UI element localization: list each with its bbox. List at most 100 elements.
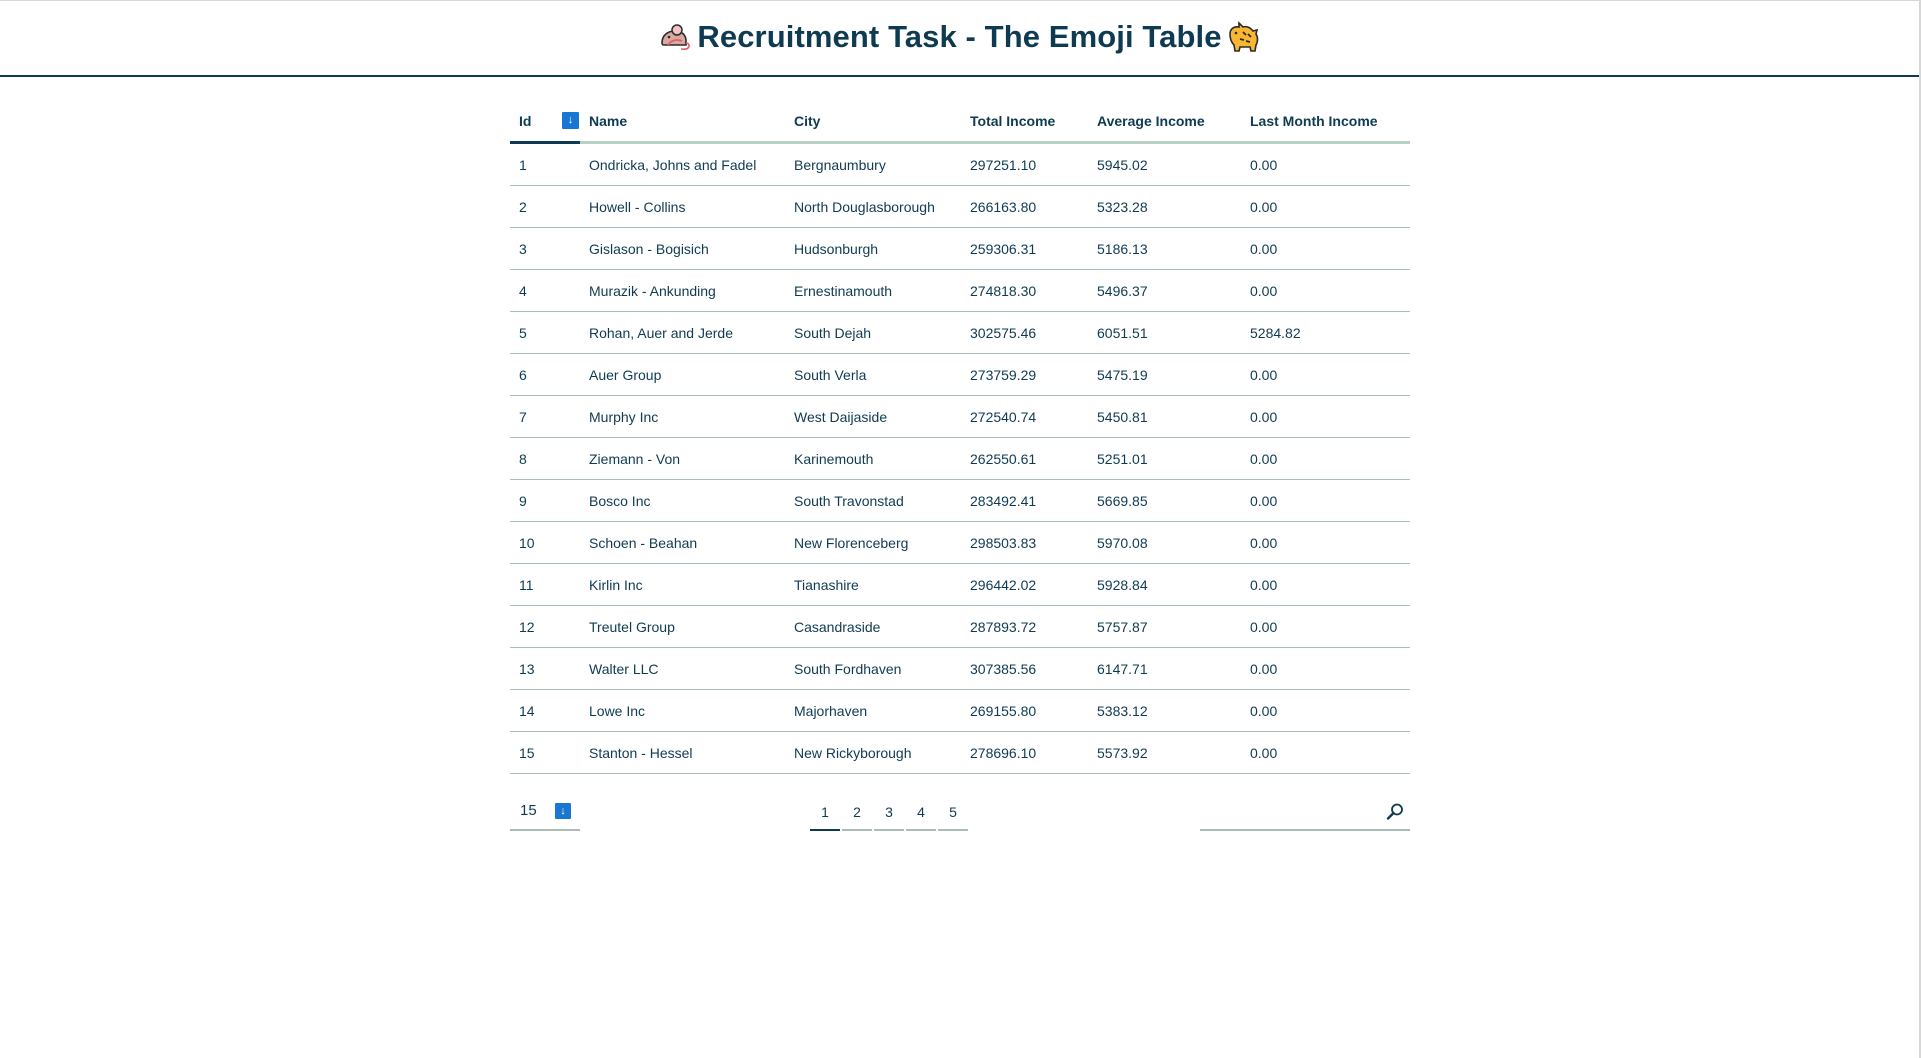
table-row[interactable]: 3 Gislason - Bogisich Hudsonburgh 259306.31… bbox=[510, 227, 1410, 270]
table-row[interactable]: 4 Murazik - Ankunding Ernestinamouth 274818… bbox=[510, 269, 1410, 312]
rows-per-page-select[interactable]: 15 ↓ bbox=[510, 792, 580, 831]
cell-last-month-income: 0.00 bbox=[1241, 227, 1410, 270]
cell-average-income: 5383.12 bbox=[1088, 689, 1241, 732]
dropdown-down-icon[interactable]: ↓ bbox=[555, 803, 571, 819]
cell-last-month-income: 0.00 bbox=[1241, 605, 1410, 648]
cell-city: Majorhaven bbox=[785, 689, 961, 732]
table-row[interactable]: 10 Schoen - Beahan New Florenceberg 298503.… bbox=[510, 521, 1410, 564]
page-header: Recruitment Task - The Emoji Table bbox=[0, 0, 1919, 77]
page-button-5[interactable]: 5 bbox=[938, 792, 968, 831]
cell-city: Karinemouth bbox=[785, 437, 961, 480]
page-button-3[interactable]: 3 bbox=[874, 792, 904, 831]
cell-id: 4 bbox=[510, 269, 580, 312]
column-header-label: Last Month Income bbox=[1250, 113, 1378, 129]
cell-id: 3 bbox=[510, 227, 580, 270]
cell-name: Treutel Group bbox=[580, 605, 785, 648]
cell-last-month-income: 0.00 bbox=[1241, 395, 1410, 438]
cell-total-income: 272540.74 bbox=[961, 395, 1088, 438]
cell-last-month-income: 0.00 bbox=[1241, 269, 1410, 312]
table-row[interactable]: 13 Walter LLC South Fordhaven 307385.56 6147… bbox=[510, 647, 1410, 690]
table-row[interactable]: 12 Treutel Group Casandraside 287893.72 5757… bbox=[510, 605, 1410, 648]
cell-total-income: 287893.72 bbox=[961, 605, 1088, 648]
table-row[interactable]: 2 Howell - Collins North Douglasborough 266… bbox=[510, 185, 1410, 228]
cell-average-income: 5945.02 bbox=[1088, 142, 1241, 186]
cell-name: Rohan, Auer and Jerde bbox=[580, 311, 785, 354]
cell-city: North Douglasborough bbox=[785, 185, 961, 228]
cell-total-income: 278696.10 bbox=[961, 731, 1088, 774]
table-row[interactable]: 14 Lowe Inc Majorhaven 269155.80 5383.12 0.00 bbox=[510, 689, 1410, 732]
search-input[interactable] bbox=[1202, 800, 1381, 824]
column-header-id[interactable]: Id ↓ bbox=[510, 101, 580, 144]
cell-average-income: 5323.28 bbox=[1088, 185, 1241, 228]
tiger-emoji-icon bbox=[1226, 19, 1262, 55]
table-row[interactable]: 6 Auer Group South Verla 273759.29 5475.19 0.… bbox=[510, 353, 1410, 396]
sort-down-icon[interactable]: ↓ bbox=[562, 112, 579, 129]
search-box bbox=[1200, 792, 1410, 831]
cell-id: 1 bbox=[510, 142, 580, 186]
cell-id: 15 bbox=[510, 731, 580, 774]
page-button-2[interactable]: 2 bbox=[842, 792, 872, 831]
column-header-city[interactable]: City bbox=[785, 101, 961, 144]
cell-last-month-income: 0.00 bbox=[1241, 142, 1410, 186]
table-footer: 15 ↓ 1 2 3 4 5 bbox=[510, 792, 1410, 832]
column-header-label: Total Income bbox=[970, 113, 1056, 129]
page-title: Recruitment Task - The Emoji Table bbox=[697, 19, 1222, 54]
column-header-name[interactable]: Name bbox=[580, 101, 785, 144]
cell-name: Ondricka, Johns and Fadel bbox=[580, 142, 785, 186]
cell-total-income: 266163.80 bbox=[961, 185, 1088, 228]
cell-id: 5 bbox=[510, 311, 580, 354]
emoji-table: Id ↓ Name City Total Income Average Inco… bbox=[510, 101, 1410, 774]
cell-id: 12 bbox=[510, 605, 580, 648]
column-header-label: Id bbox=[519, 113, 532, 129]
table-row[interactable]: 7 Murphy Inc West Daijaside 272540.74 5450.8… bbox=[510, 395, 1410, 438]
cell-total-income: 307385.56 bbox=[961, 647, 1088, 690]
table-row[interactable]: 11 Kirlin Inc Tianashire 296442.02 5928.84 0.… bbox=[510, 563, 1410, 606]
cell-last-month-income: 0.00 bbox=[1241, 647, 1410, 690]
cell-average-income: 5757.87 bbox=[1088, 605, 1241, 648]
cell-average-income: 5475.19 bbox=[1088, 353, 1241, 396]
cell-id: 6 bbox=[510, 353, 580, 396]
page-button-1[interactable]: 1 bbox=[810, 792, 840, 831]
cell-average-income: 5251.01 bbox=[1088, 437, 1241, 480]
table-row[interactable]: 5 Rohan, Auer and Jerde South Dejah 302575.… bbox=[510, 311, 1410, 354]
cell-id: 9 bbox=[510, 479, 580, 522]
cell-name: Walter LLC bbox=[580, 647, 785, 690]
cell-name: Gislason - Bogisich bbox=[580, 227, 785, 270]
rat-emoji-icon bbox=[657, 19, 693, 55]
table-row[interactable]: 1 Ondricka, Johns and Fadel Bergnaumbury 29… bbox=[510, 142, 1410, 186]
table-row[interactable]: 9 Bosco Inc South Travonstad 283492.41 5669.… bbox=[510, 479, 1410, 522]
table-header-row: Id ↓ Name City Total Income Average Inco… bbox=[510, 101, 1410, 144]
cell-city: South Travonstad bbox=[785, 479, 961, 522]
rows-per-page-value: 15 bbox=[520, 802, 537, 819]
table-row[interactable]: 15 Stanton - Hessel New Rickyborough 278696… bbox=[510, 731, 1410, 774]
cell-average-income: 5970.08 bbox=[1088, 521, 1241, 564]
cell-id: 14 bbox=[510, 689, 580, 732]
cell-city: New Rickyborough bbox=[785, 731, 961, 774]
cell-total-income: 296442.02 bbox=[961, 563, 1088, 606]
cell-name: Murazik - Ankunding bbox=[580, 269, 785, 312]
cell-id: 11 bbox=[510, 563, 580, 606]
cell-id: 8 bbox=[510, 437, 580, 480]
cell-city: New Florenceberg bbox=[785, 521, 961, 564]
cell-total-income: 273759.29 bbox=[961, 353, 1088, 396]
column-header-label: City bbox=[794, 113, 821, 129]
magnifier-icon[interactable] bbox=[1385, 802, 1405, 822]
cell-last-month-income: 0.00 bbox=[1241, 731, 1410, 774]
cell-id: 7 bbox=[510, 395, 580, 438]
page-button-4[interactable]: 4 bbox=[906, 792, 936, 831]
column-header-label: Average Income bbox=[1097, 113, 1205, 129]
column-header-total-income[interactable]: Total Income bbox=[961, 101, 1088, 144]
column-header-last-month-income[interactable]: Last Month Income bbox=[1241, 101, 1410, 144]
cell-last-month-income: 0.00 bbox=[1241, 185, 1410, 228]
cell-id: 13 bbox=[510, 647, 580, 690]
column-header-average-income[interactable]: Average Income bbox=[1088, 101, 1241, 144]
emoji-table-container: Id ↓ Name City Total Income Average Inco… bbox=[510, 101, 1410, 774]
cell-name: Lowe Inc bbox=[580, 689, 785, 732]
cell-city: Ernestinamouth bbox=[785, 269, 961, 312]
cell-average-income: 5450.81 bbox=[1088, 395, 1241, 438]
column-header-label: Name bbox=[589, 113, 628, 129]
cell-id: 10 bbox=[510, 521, 580, 564]
pagination: 1 2 3 4 5 bbox=[810, 792, 970, 831]
table-row[interactable]: 8 Ziemann - Von Karinemouth 262550.61 5251.0… bbox=[510, 437, 1410, 480]
cell-name: Ziemann - Von bbox=[580, 437, 785, 480]
